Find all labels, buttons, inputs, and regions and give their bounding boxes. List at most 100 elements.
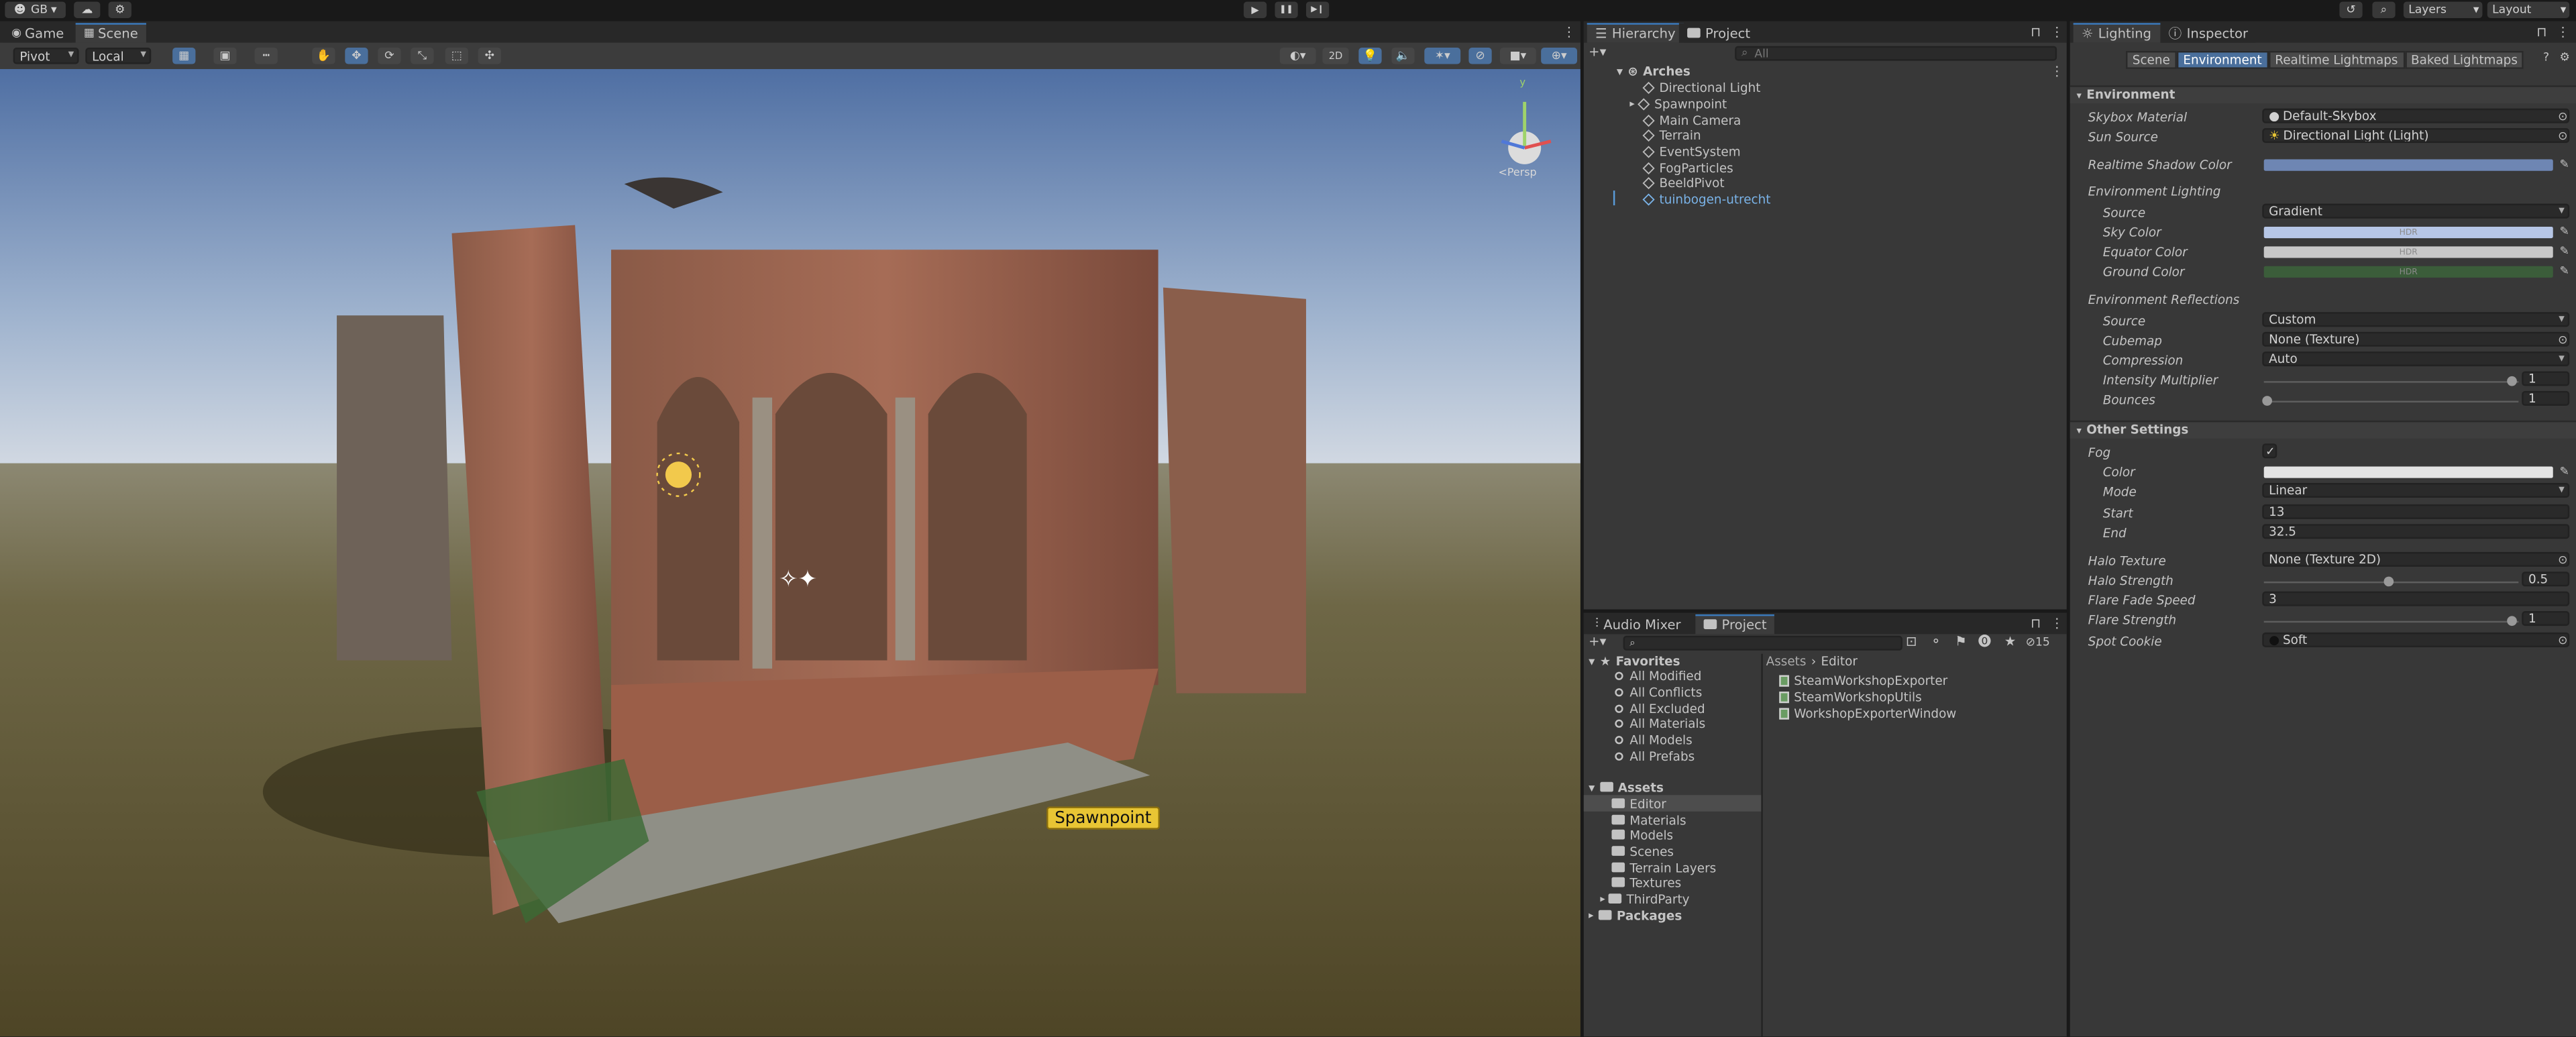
breadcrumb-current[interactable]: Editor bbox=[1821, 653, 1858, 667]
projection-toggle[interactable]: <Persp bbox=[1498, 166, 1536, 179]
tab-scene[interactable]: ▦ Scene bbox=[75, 23, 147, 43]
hierarchy-item[interactable]: EventSystem bbox=[1642, 143, 1741, 159]
tab-lighting[interactable]: ☼ Lighting bbox=[2073, 23, 2160, 43]
audio-toggle-button[interactable]: 🔈 bbox=[1391, 48, 1415, 64]
hidden-packages-button[interactable]: ⊘15 bbox=[2026, 634, 2050, 650]
object-picker-icon[interactable]: ⊙ bbox=[2558, 332, 2567, 348]
fog-end-input[interactable]: 32.5 bbox=[2262, 524, 2570, 539]
eyedropper-icon[interactable]: ✎ bbox=[2560, 243, 2569, 259]
kebab-menu-icon[interactable]: ⋮ bbox=[2050, 64, 2063, 80]
packages-header[interactable]: ▸ Packages bbox=[1589, 907, 1682, 923]
favorite-item[interactable]: All Prefabs bbox=[1615, 747, 1695, 763]
hierarchy-item[interactable]: Directional Light bbox=[1642, 79, 1761, 95]
subtab-baked-lightmaps[interactable]: Baked Lightmaps bbox=[2404, 50, 2524, 69]
grid-snap-button[interactable]: ▦ bbox=[172, 48, 196, 64]
subtab-scene[interactable]: Scene bbox=[2126, 50, 2177, 69]
reflection-source-dropdown[interactable]: Custom bbox=[2262, 312, 2570, 327]
favorite-item[interactable]: All Models bbox=[1615, 731, 1693, 747]
source-dropdown[interactable]: Gradient bbox=[2262, 203, 2570, 219]
favorites-header[interactable]: ▾ ★ Favorites bbox=[1589, 652, 1680, 668]
transform-tool-button[interactable]: ✣ bbox=[478, 48, 501, 64]
search-button[interactable]: ⌕ bbox=[2372, 1, 2396, 18]
layers-dropdown[interactable]: Layers ▾ bbox=[2403, 1, 2483, 18]
console-icon[interactable]: ⓿ bbox=[1978, 634, 1992, 650]
lighting-toggle-button[interactable]: 💡 bbox=[1358, 48, 1382, 64]
favorite-item[interactable]: All Excluded bbox=[1615, 700, 1705, 716]
history-button[interactable]: ↺ bbox=[2339, 1, 2363, 18]
tab-project[interactable]: Project bbox=[1695, 614, 1776, 635]
gizmos-button[interactable]: ⊕▾ bbox=[1541, 48, 1578, 64]
assets-header[interactable]: ▾ Assets bbox=[1589, 779, 1664, 795]
settings-icon[interactable]: ⚙ bbox=[2560, 49, 2570, 65]
pivot-dropdown[interactable]: Pivot bbox=[13, 48, 79, 64]
local-dropdown[interactable]: Local bbox=[85, 48, 152, 64]
camera-settings-button[interactable]: ■▾ bbox=[1499, 48, 1536, 64]
scene-viewport[interactable]: ✧✦ bbox=[0, 68, 1580, 1037]
lock-icon[interactable]: ⊓ bbox=[2031, 25, 2041, 41]
hierarchy-search-input[interactable]: ⌕ All bbox=[1735, 46, 2057, 61]
label-filter-icon[interactable]: ⚑ bbox=[1955, 634, 1967, 650]
eyedropper-icon[interactable]: ✎ bbox=[2560, 156, 2569, 172]
hierarchy-item[interactable]: tuinbogen-utrecht bbox=[1642, 190, 1770, 207]
move-tool-button[interactable]: ✥ bbox=[345, 48, 368, 64]
fog-start-input[interactable]: 13 bbox=[2262, 504, 2570, 519]
play-button[interactable]: ▶ bbox=[1243, 1, 1267, 18]
account-dropdown[interactable]: ☻ GB ▾ bbox=[5, 1, 66, 18]
flare-strength-input[interactable]: 1 bbox=[2522, 611, 2570, 626]
search-type-icon[interactable]: ⊡ bbox=[1906, 634, 1917, 650]
snap-increment-button[interactable]: ▣ bbox=[213, 48, 237, 64]
object-picker-icon[interactable]: ⊙ bbox=[2558, 128, 2567, 144]
tab-game[interactable]: ◉ Game bbox=[3, 23, 72, 43]
kebab-menu-icon[interactable]: ⋮ bbox=[1562, 25, 1576, 41]
file-item[interactable]: SteamWorkshopUtils bbox=[1779, 688, 1922, 704]
asset-folder[interactable]: Textures bbox=[1611, 874, 1681, 890]
favorite-item[interactable]: All Modified bbox=[1615, 667, 1701, 683]
project-search-input[interactable]: ⌕ bbox=[1623, 635, 1902, 651]
hierarchy-item[interactable]: ▸ Spawnpoint bbox=[1629, 95, 1727, 111]
asset-folder[interactable]: Models bbox=[1611, 826, 1673, 842]
rotate-tool-button[interactable]: ⟳ bbox=[378, 48, 401, 64]
file-item[interactable]: SteamWorkshopExporter bbox=[1779, 672, 1947, 688]
fog-mode-dropdown[interactable]: Linear bbox=[2262, 483, 2570, 498]
pause-button[interactable]: ❚❚ bbox=[1275, 1, 1298, 18]
subtab-environment[interactable]: Environment bbox=[2176, 50, 2269, 69]
project-splitter[interactable] bbox=[1761, 653, 1763, 1037]
equator-color-swatch[interactable]: HDR bbox=[2263, 246, 2553, 258]
tab-audio-mixer[interactable]: ⫶ Audio Mixer bbox=[1587, 614, 1689, 635]
tab-hierarchy[interactable]: ☰ Hierarchy bbox=[1587, 23, 1684, 43]
hierarchy-item[interactable]: Main Camera bbox=[1642, 112, 1741, 128]
asset-folder[interactable]: Scenes bbox=[1611, 842, 1674, 859]
bounces-input[interactable]: 1 bbox=[2522, 390, 2570, 406]
cubemap-field[interactable]: None (Texture) bbox=[2262, 331, 2570, 347]
fog-checkbox[interactable]: ✓ bbox=[2262, 443, 2277, 459]
object-picker-icon[interactable]: ⊙ bbox=[2558, 109, 2567, 125]
favorite-star-icon[interactable]: ★ bbox=[2004, 634, 2017, 650]
effects-button[interactable]: ✶▾ bbox=[1424, 48, 1461, 64]
kebab-menu-icon[interactable]: ⋮ bbox=[2050, 25, 2063, 41]
collab-button[interactable]: ⚙ bbox=[108, 1, 131, 18]
shading-mode-button[interactable]: ◐▾ bbox=[1279, 48, 1316, 64]
sky-color-swatch[interactable]: HDR bbox=[2263, 226, 2553, 239]
bounces-slider-knob[interactable] bbox=[2262, 396, 2272, 406]
asset-folder[interactable]: ▸ ThirdParty bbox=[1600, 890, 1689, 906]
asset-folder[interactable]: Materials bbox=[1611, 812, 1686, 828]
breadcrumb-root[interactable]: Assets bbox=[1766, 653, 1807, 667]
shadow-color-swatch[interactable] bbox=[2263, 159, 2553, 171]
asset-folder[interactable]: Editor bbox=[1611, 795, 1666, 811]
layout-dropdown[interactable]: Layout ▾ bbox=[2487, 1, 2570, 18]
bounces-slider[interactable] bbox=[2263, 400, 2519, 403]
sun-source-field[interactable]: ☀ Directional Light (Light) bbox=[2262, 128, 2570, 144]
kebab-menu-icon[interactable]: ⋮ bbox=[2557, 25, 2570, 41]
favorite-item[interactable]: All Conflicts bbox=[1615, 684, 1702, 700]
subtab-realtime-lightmaps[interactable]: Realtime Lightmaps bbox=[2268, 50, 2405, 69]
intensity-slider[interactable] bbox=[2263, 381, 2519, 383]
lock-icon[interactable]: ⊓ bbox=[2031, 616, 2041, 632]
kebab-menu-icon[interactable]: ⋮ bbox=[2050, 616, 2063, 632]
spot-cookie-field[interactable]: ● Soft bbox=[2262, 632, 2570, 647]
create-button[interactable]: +▾ bbox=[1589, 44, 1606, 60]
ruler-button[interactable]: ┅ bbox=[254, 48, 278, 64]
skybox-material-field[interactable]: ● Default-Skybox bbox=[2262, 108, 2570, 123]
scale-tool-button[interactable]: ⤡ bbox=[411, 48, 434, 64]
object-picker-icon[interactable]: ⊙ bbox=[2558, 633, 2567, 649]
asset-folder[interactable]: Terrain Layers bbox=[1611, 859, 1716, 875]
